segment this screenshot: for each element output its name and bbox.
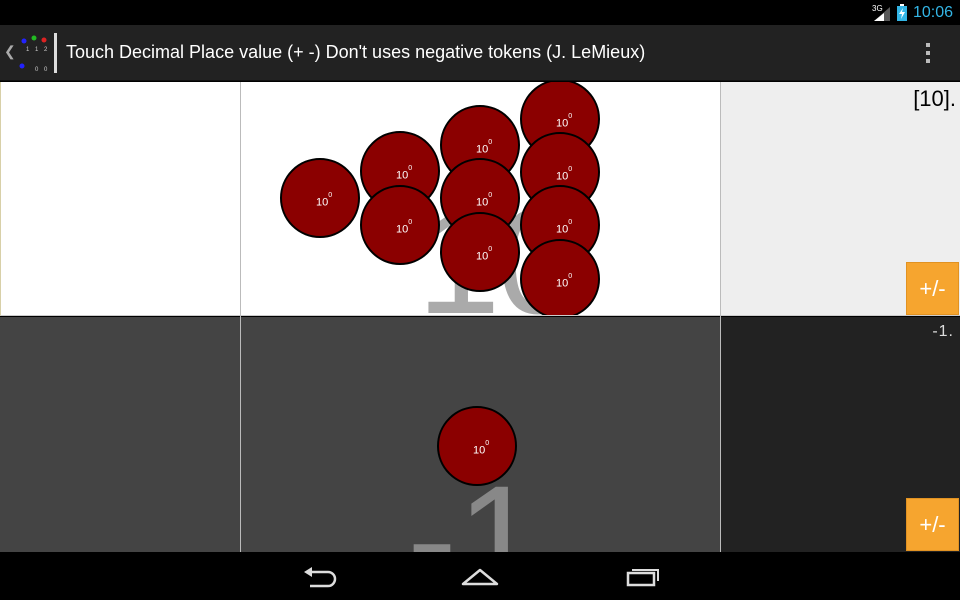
recent-apps-icon[interactable] (622, 564, 662, 588)
signal-3g-icon: 3G (872, 4, 890, 21)
token[interactable]: 100 (437, 406, 517, 486)
overflow-menu-icon[interactable] (918, 39, 938, 67)
tens-place-positive-cell[interactable] (0, 82, 240, 316)
token-label: 100 (556, 113, 573, 130)
status-bar: 3G 10:06 (0, 0, 960, 25)
token-label: 100 (476, 246, 493, 263)
token-label: 100 (473, 440, 490, 457)
token-label: 100 (316, 192, 333, 209)
app-title: Touch Decimal Place value (+ -) Don't us… (66, 42, 646, 62)
tens-place-negative-cell[interactable] (0, 317, 240, 552)
token-label: 100 (476, 192, 493, 209)
ones-place-positive-cell[interactable]: 10 100 100 100 100 100 100 100 100 100 1… (241, 82, 720, 316)
positive-total-value: [10]. (913, 86, 956, 111)
toggle-sign-button[interactable]: +/- (906, 498, 959, 551)
battery-charging-icon (897, 4, 907, 21)
status-clock: 10:06 (913, 4, 954, 21)
home-icon[interactable] (460, 564, 500, 588)
total-positive-cell: [10]. +/- (721, 82, 960, 316)
token-label: 100 (556, 273, 573, 290)
negative-total-value: -1. (932, 323, 954, 340)
action-bar: ❮ 1 1 2 0 0 Touch Decimal Place value (+… (0, 25, 960, 81)
token-label: 100 (556, 219, 573, 236)
total-negative-cell: -1. +/- (721, 317, 960, 552)
ones-place-negative-cell[interactable]: -1 100 (241, 317, 720, 552)
token[interactable]: 100 (440, 212, 520, 292)
place-value-board: 10 100 100 100 100 100 100 100 100 100 1… (0, 82, 960, 552)
column-divider (240, 82, 241, 552)
token-label: 100 (556, 166, 573, 183)
token[interactable]: 100 (360, 185, 440, 265)
place-value-app-icon[interactable]: 1 1 2 0 0 (14, 33, 58, 73)
back-icon[interactable] (300, 564, 340, 588)
navigation-bar (0, 552, 960, 600)
token[interactable]: 100 (280, 158, 360, 238)
token-label: 100 (476, 139, 493, 156)
toggle-sign-button[interactable]: +/- (906, 262, 959, 315)
token-label: 100 (396, 219, 413, 236)
column-divider (720, 82, 721, 552)
token[interactable]: 100 (520, 239, 600, 315)
token-label: 100 (396, 165, 413, 182)
